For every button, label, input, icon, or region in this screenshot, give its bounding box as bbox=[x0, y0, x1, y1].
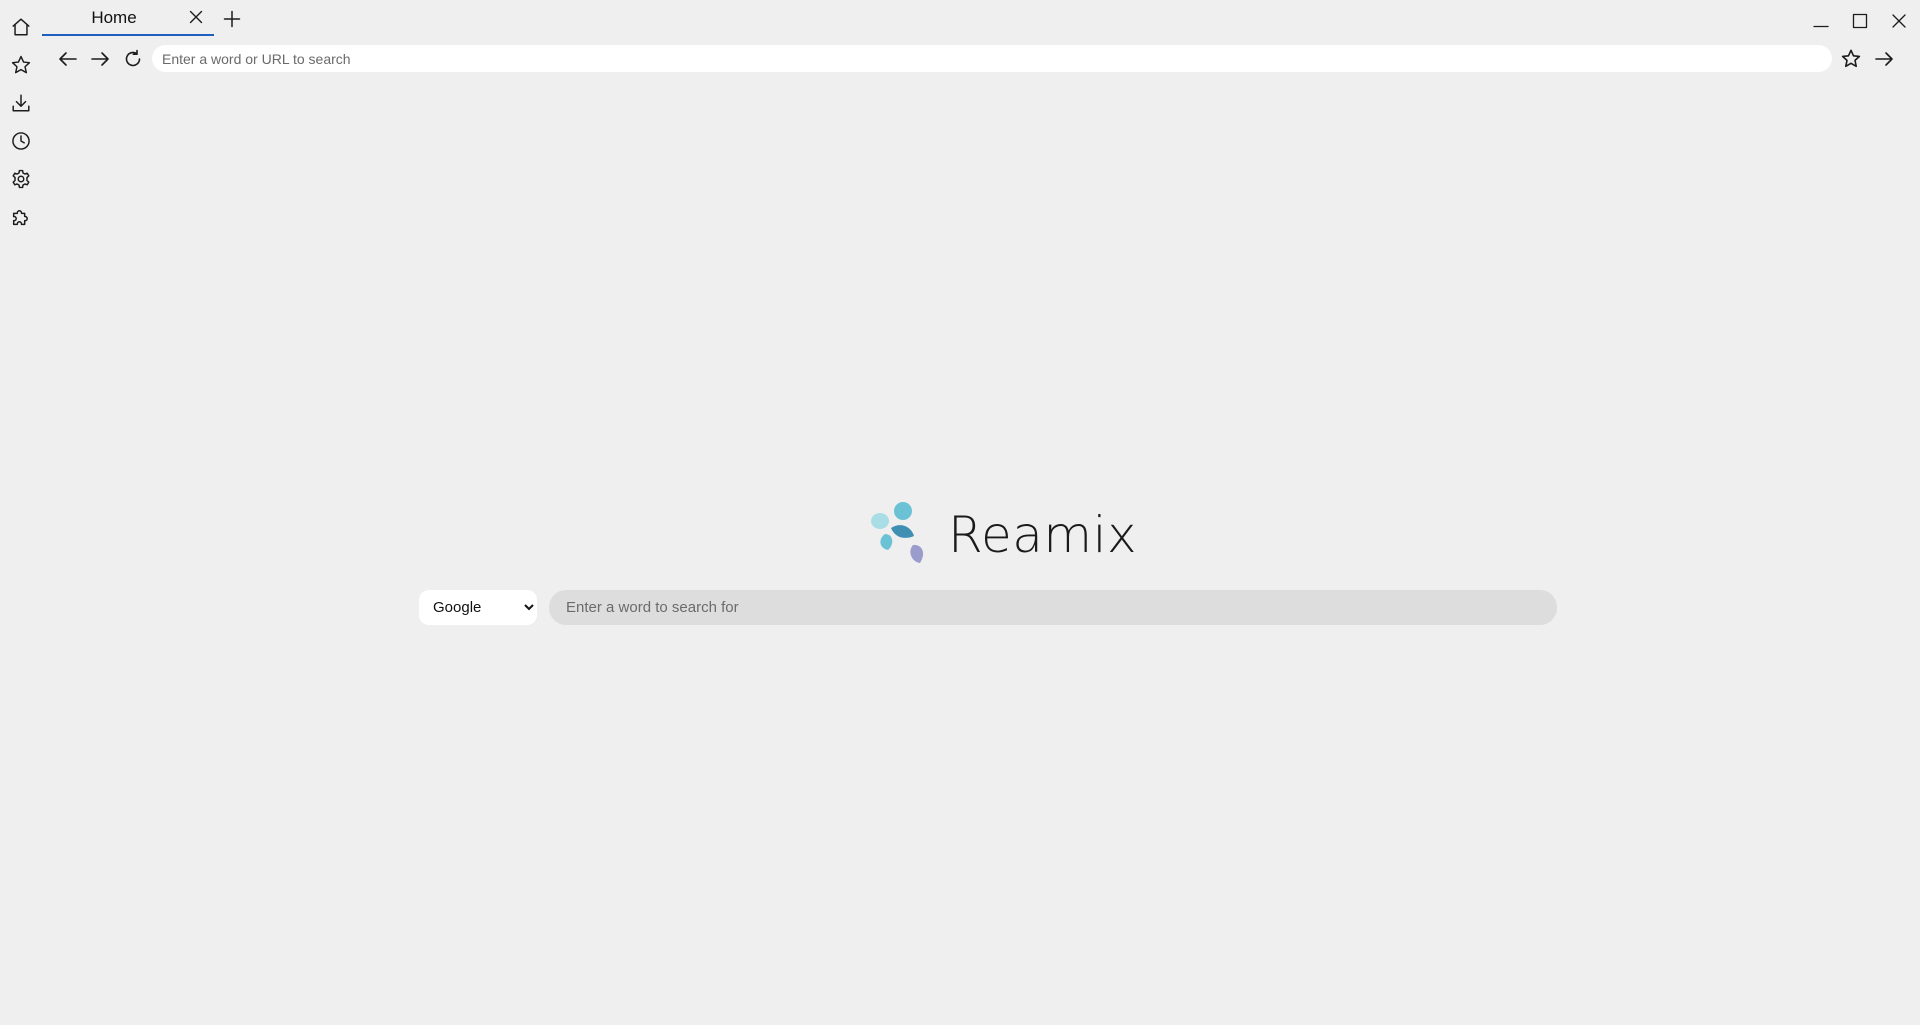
sidebar-extensions-button[interactable] bbox=[8, 204, 34, 230]
close-window-icon[interactable] bbox=[1889, 11, 1909, 31]
tab-home[interactable]: Home bbox=[42, 0, 214, 36]
puzzle-icon bbox=[12, 210, 28, 226]
sidebar-home-button[interactable] bbox=[8, 14, 34, 40]
sidebar-downloads-button[interactable] bbox=[8, 90, 34, 116]
forward-arrow-icon[interactable] bbox=[89, 48, 111, 70]
star-icon bbox=[11, 55, 31, 74]
gear-icon bbox=[12, 169, 30, 189]
close-tab-icon[interactable] bbox=[188, 9, 204, 25]
home-search-input[interactable] bbox=[549, 590, 1557, 625]
brand-name: Reamix bbox=[948, 506, 1138, 564]
back-arrow-icon[interactable] bbox=[57, 48, 79, 70]
maximize-icon[interactable] bbox=[1850, 11, 1870, 31]
bookmark-star-icon[interactable] bbox=[1840, 48, 1862, 70]
reamix-logo-mark bbox=[871, 502, 924, 563]
sidebar-bookmarks-button[interactable] bbox=[8, 52, 34, 78]
go-arrow-icon[interactable] bbox=[1873, 48, 1895, 70]
home-icon bbox=[12, 18, 30, 36]
minimize-icon[interactable] bbox=[1811, 11, 1831, 31]
new-tab-plus-icon[interactable] bbox=[222, 9, 242, 29]
sidebar bbox=[0, 0, 42, 1025]
sidebar-history-button[interactable] bbox=[8, 128, 34, 154]
brand-logo: Reamix bbox=[870, 498, 1137, 570]
tab-title: Home bbox=[91, 8, 137, 27]
address-bar-input[interactable] bbox=[152, 45, 1832, 72]
download-icon bbox=[12, 94, 30, 112]
search-engine-select[interactable]: Google bbox=[419, 590, 537, 625]
history-icon bbox=[12, 132, 30, 150]
sidebar-settings-button[interactable] bbox=[8, 166, 34, 192]
reload-icon[interactable] bbox=[122, 48, 144, 70]
